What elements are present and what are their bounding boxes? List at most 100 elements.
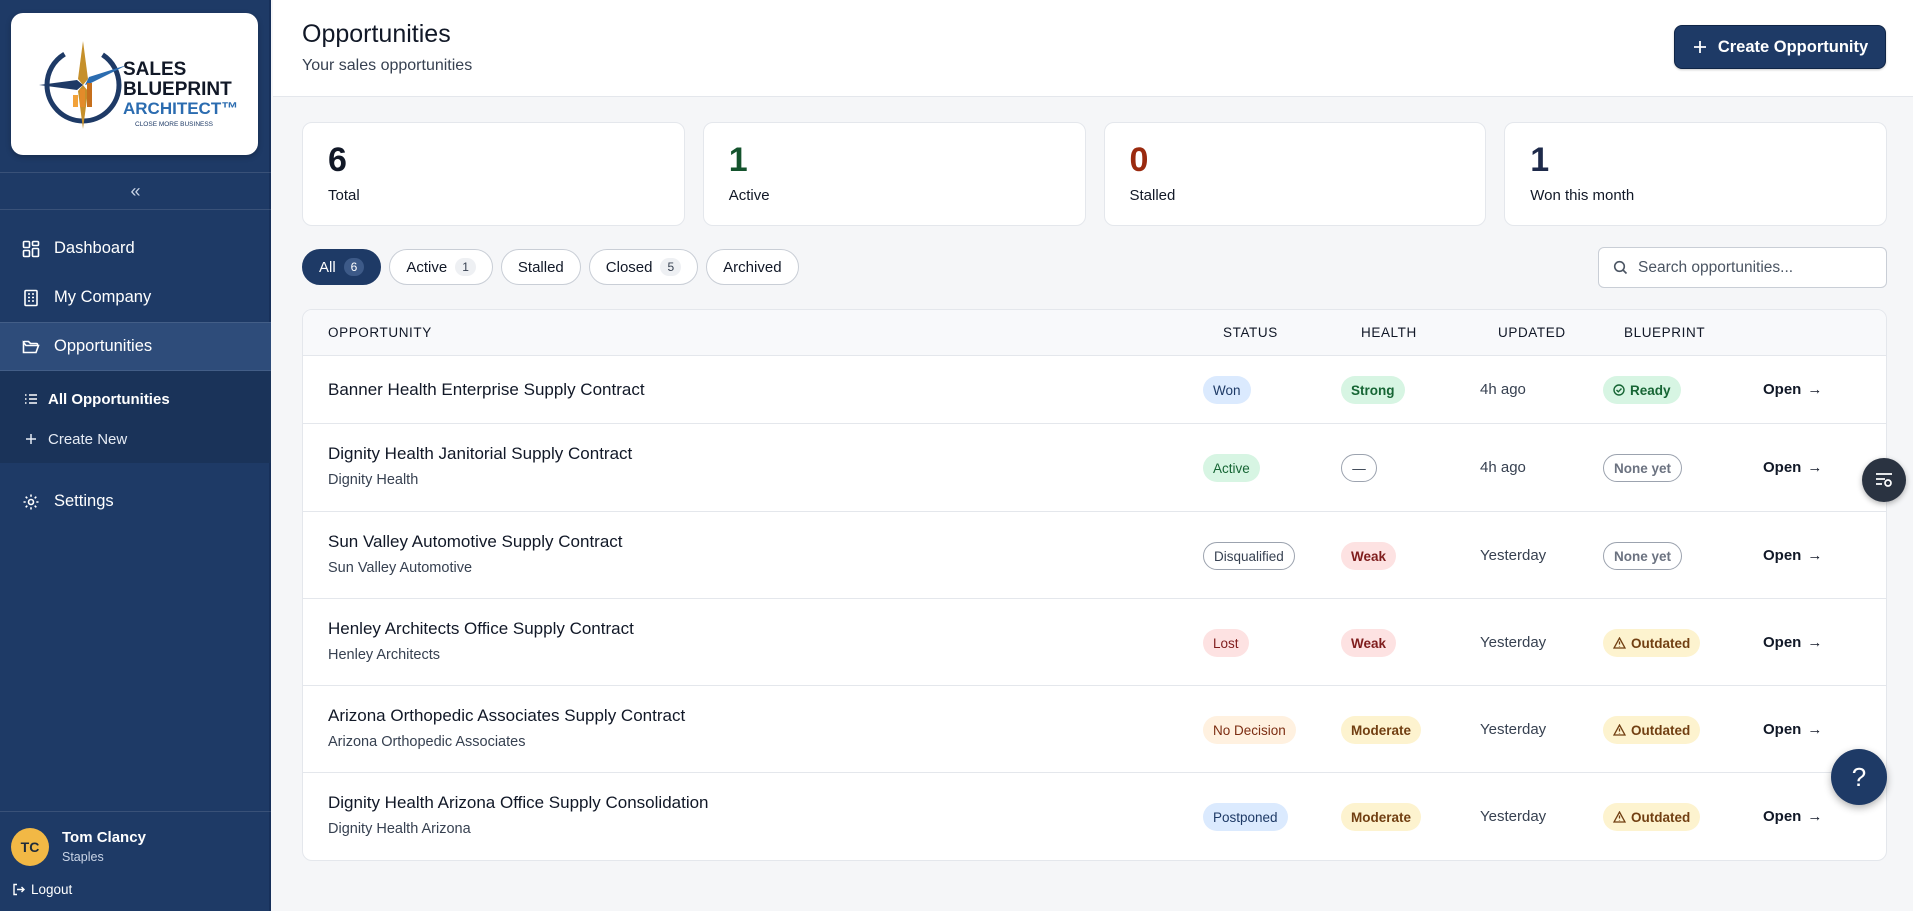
arrow-right-icon: →: [1807, 547, 1823, 564]
user-name: Tom Clancy: [62, 829, 146, 846]
column-header-health[interactable]: HEALTH: [1361, 325, 1417, 340]
column-header-status[interactable]: STATUS: [1223, 325, 1278, 340]
filter-chip-stalled[interactable]: Stalled: [500, 249, 581, 285]
column-header-blueprint[interactable]: BLUEPRINT: [1624, 325, 1705, 340]
chip-label: Stalled: [517, 258, 564, 276]
sidebar-item-label: Dashboard: [54, 239, 135, 257]
blueprint-label: Outdated: [1631, 809, 1691, 825]
open-label: Open: [1763, 634, 1802, 651]
table-row[interactable]: Sun Valley Automotive Supply Contract Su…: [303, 512, 1886, 599]
updated-time: Yesterday: [1480, 721, 1547, 738]
chip-label: Active: [406, 258, 448, 276]
user-company: Staples: [62, 850, 104, 864]
search-input[interactable]: [1638, 258, 1858, 277]
column-header-opportunity[interactable]: OPPORTUNITY: [328, 325, 432, 340]
health-badge: Strong: [1341, 376, 1405, 404]
sidebar-subitem-label: Create New: [48, 430, 128, 448]
svg-text:SALES: SALES: [123, 59, 186, 80]
open-opportunity-link[interactable]: Open →: [1763, 381, 1822, 398]
table-row[interactable]: Dignity Health Janitorial Supply Contrac…: [303, 424, 1886, 512]
sidebar-item-my-company[interactable]: My Company: [0, 273, 271, 322]
open-opportunity-link[interactable]: Open →: [1763, 547, 1822, 564]
create-opportunity-button[interactable]: Create Opportunity: [1674, 25, 1886, 69]
check-circle-icon: [1613, 384, 1625, 396]
warning-triangle-icon: [1613, 811, 1626, 823]
table-row[interactable]: Arizona Orthopedic Associates Supply Con…: [303, 686, 1886, 773]
brand-logo[interactable]: SALES BLUEPRINT ARCHITECT™ CLOSE MORE BU…: [11, 13, 258, 155]
building-icon: [24, 289, 38, 306]
gear-icon: [23, 494, 39, 509]
user-profile: TC Tom Clancy Staples Logout: [0, 811, 271, 911]
opportunity-company: Sun Valley Automotive: [328, 560, 473, 576]
health-badge: Moderate: [1341, 803, 1422, 831]
filter-list-icon: [1876, 473, 1892, 487]
sidebar-item-opportunities[interactable]: Opportunities: [0, 322, 271, 371]
svg-text:BLUEPRINT: BLUEPRINT: [123, 79, 232, 100]
open-opportunity-link[interactable]: Open →: [1763, 459, 1822, 476]
filter-chip-closed[interactable]: Closed 5: [588, 249, 699, 285]
help-button[interactable]: ?: [1831, 749, 1887, 805]
arrow-right-icon: →: [1807, 381, 1823, 398]
stat-label: Won this month: [1530, 187, 1635, 204]
column-header-updated[interactable]: UPDATED: [1498, 325, 1566, 340]
floating-filter-button[interactable]: [1862, 458, 1906, 502]
filter-chip-all[interactable]: All 6: [302, 249, 382, 285]
sidebar: SALES BLUEPRINT ARCHITECT™ CLOSE MORE BU…: [0, 0, 271, 911]
status-badge: Postponed: [1203, 803, 1288, 831]
blueprint-badge: Outdated: [1603, 629, 1701, 657]
arrow-right-icon: →: [1807, 721, 1823, 738]
blueprint-badge: None yet: [1603, 454, 1683, 482]
stat-value: 1: [1530, 141, 1550, 179]
warning-triangle-icon: [1613, 724, 1626, 736]
page-subtitle: Your sales opportunities: [302, 57, 473, 74]
stat-label: Stalled: [1129, 187, 1176, 204]
stat-card-won-this-month: 1 Won this month: [1504, 122, 1887, 226]
updated-time: 4h ago: [1480, 459, 1526, 476]
stat-value: 6: [328, 141, 347, 179]
opportunity-name[interactable]: Banner Health Enterprise Supply Contract: [328, 380, 645, 400]
main-nav: Dashboard My Company Opportunities All O…: [0, 224, 271, 526]
chip-count: 6: [343, 258, 365, 276]
blueprint-badge: None yet: [1603, 542, 1683, 570]
opportunity-name[interactable]: Dignity Health Janitorial Supply Contrac…: [328, 444, 632, 464]
help-question-icon: ?: [1851, 761, 1867, 792]
open-label: Open: [1763, 721, 1802, 738]
opportunity-company: Henley Architects: [328, 647, 441, 663]
updated-time: 4h ago: [1480, 381, 1526, 398]
collapse-sidebar-button[interactable]: «: [0, 172, 271, 210]
health-badge: Weak: [1341, 629, 1397, 657]
open-opportunity-link[interactable]: Open →: [1763, 808, 1822, 825]
logout-button[interactable]: Logout: [12, 882, 72, 897]
table-row[interactable]: Banner Health Enterprise Supply Contract…: [303, 356, 1886, 424]
avatar[interactable]: TC: [11, 828, 49, 866]
plus-icon: [1693, 41, 1706, 53]
chip-label: All: [319, 258, 336, 276]
table-row[interactable]: Dignity Health Arizona Office Supply Con…: [303, 773, 1886, 860]
opportunities-table: OPPORTUNITY STATUS HEALTH UPDATED BLUEPR…: [302, 309, 1887, 861]
blueprint-label: Ready: [1630, 382, 1671, 398]
status-badge: No Decision: [1203, 716, 1296, 744]
stat-label: Total: [328, 187, 360, 204]
table-row[interactable]: Henley Architects Office Supply Contract…: [303, 599, 1886, 686]
sidebar-subitem-all-opportunities[interactable]: All Opportunities: [0, 379, 271, 419]
opportunity-name[interactable]: Henley Architects Office Supply Contract: [328, 619, 634, 639]
sidebar-item-settings[interactable]: Settings: [0, 477, 271, 526]
status-filter-chips: All 6 Active 1 Stalled Closed 5 Archived: [302, 249, 799, 285]
stat-card-total: 6 Total: [302, 122, 685, 226]
opportunities-subnav: All Opportunities Create New: [0, 371, 271, 463]
open-opportunity-link[interactable]: Open →: [1763, 721, 1822, 738]
opportunity-name[interactable]: Sun Valley Automotive Supply Contract: [328, 532, 623, 552]
sidebar-item-dashboard[interactable]: Dashboard: [0, 224, 271, 273]
open-opportunity-link[interactable]: Open →: [1763, 634, 1822, 651]
opportunity-name[interactable]: Dignity Health Arizona Office Supply Con…: [328, 793, 709, 813]
sidebar-item-label: My Company: [54, 288, 152, 306]
filter-chip-active[interactable]: Active 1: [389, 249, 493, 285]
stat-card-stalled: 0 Stalled: [1103, 122, 1487, 226]
stat-value: 0: [1129, 141, 1149, 179]
opportunity-name[interactable]: Arizona Orthopedic Associates Supply Con…: [328, 706, 685, 726]
blueprint-badge: Ready: [1603, 376, 1681, 404]
filter-chip-archived[interactable]: Archived: [706, 249, 799, 285]
health-badge: Weak: [1341, 542, 1397, 570]
page-title: Opportunities: [302, 20, 451, 48]
sidebar-subitem-create-new[interactable]: Create New: [0, 419, 271, 459]
